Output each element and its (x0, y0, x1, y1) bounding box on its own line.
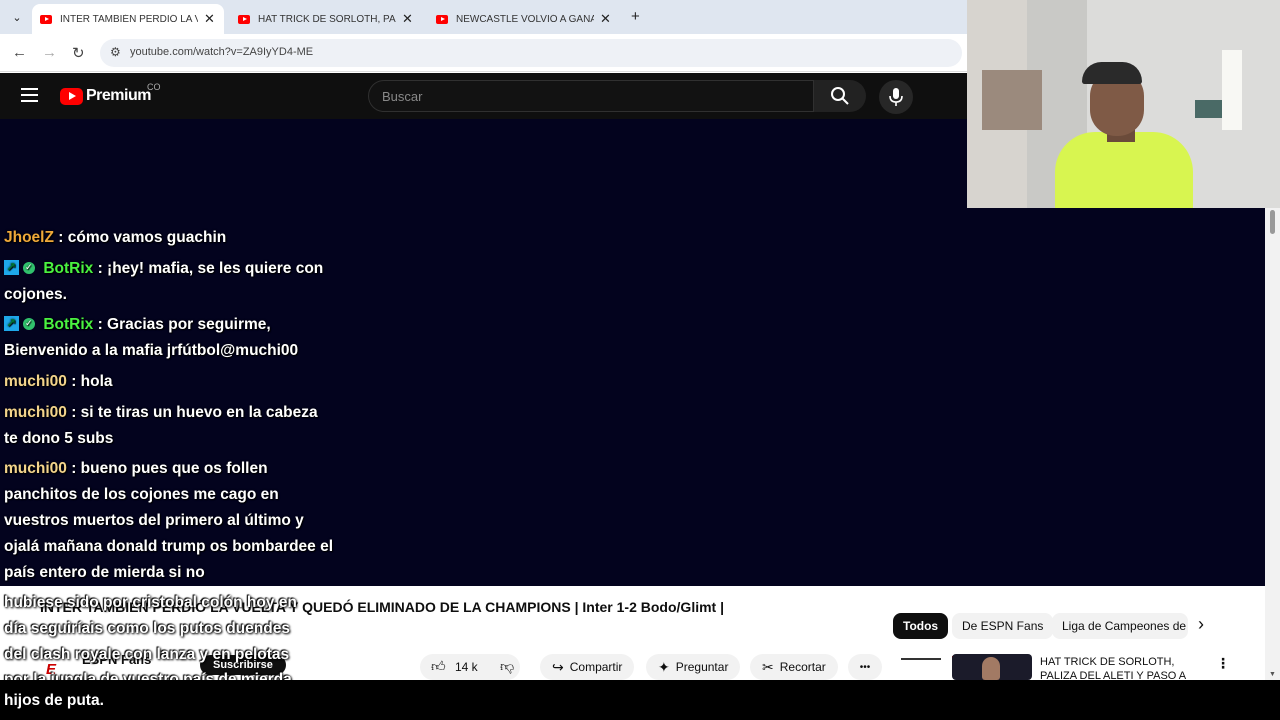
webcam-lamp (1222, 50, 1242, 130)
new-tab-button[interactable]: + (631, 8, 640, 25)
share-label: Compartir (569, 660, 623, 674)
more-vert-icon[interactable]: ⋮ (1216, 655, 1230, 672)
chip-todos[interactable]: Todos (893, 613, 949, 639)
thumbs-up-icon[interactable]: 👍︎ (431, 658, 446, 675)
omnibox[interactable]: ⚙ youtube.com/watch?v=ZA9IyYD4-ME (100, 39, 962, 67)
chat-message: BotRix : Gracias por seguirme, Bienvenid… (4, 311, 334, 364)
thumbnail-graphic (901, 658, 941, 660)
chat-username: BotRix (43, 259, 94, 277)
bottom-black-strip (0, 680, 1280, 720)
bot-badge-icon (4, 255, 19, 281)
microphone-icon (889, 88, 903, 106)
tab-newcastle[interactable]: NEWCASTLE VOLVIÓ A GANAR ✕ (428, 4, 620, 34)
close-icon[interactable]: ✕ (402, 11, 413, 27)
chat-text: : hola (71, 372, 113, 390)
tab-search-button[interactable]: ⌄ (6, 7, 28, 27)
youtube-play-icon (60, 87, 83, 105)
search-input[interactable] (369, 81, 813, 111)
like-dislike-pill: 👍︎ 14 k 👎︎ (420, 654, 520, 680)
caption-line: del clash royale con lanza y en pelotas (4, 645, 290, 663)
chat-message: muchi00 : si te tiras un huevo en la cab… (4, 400, 334, 452)
more-actions-button[interactable]: ••• (848, 654, 882, 680)
sparkle-icon: ✦ (658, 658, 670, 675)
chat-message: JhoelZ : cómo vamos guachin (4, 225, 334, 251)
verified-badge-icon (23, 311, 35, 337)
recommendation-small-thumbnail[interactable] (893, 654, 956, 680)
webcam-person-cap (1082, 62, 1142, 84)
reload-icon[interactable]: ↻ (72, 44, 85, 62)
forward-arrow-icon[interactable]: → (42, 44, 57, 61)
chat-username: BotRix (43, 316, 94, 334)
site-info-icon[interactable]: ⚙ (110, 45, 121, 59)
close-icon[interactable]: ✕ (204, 11, 215, 27)
address-bar-row: ← → ↻ ⚙ youtube.com/watch?v=ZA9IyYD4-ME (0, 34, 967, 72)
share-icon: ↪ (552, 658, 564, 675)
back-arrow-icon[interactable]: ← (12, 44, 27, 61)
chat-username: muchi00 (4, 403, 67, 421)
chat-message: BotRix : ¡hey! mafia, se les quiere con … (4, 255, 334, 308)
youtube-favicon-icon (436, 14, 448, 24)
clip-label: Recortar (779, 660, 826, 674)
logo-text: Premium (86, 87, 151, 104)
thumbnail-person (982, 657, 1000, 680)
menu-icon[interactable] (21, 88, 38, 102)
clip-button[interactable]: ✂ Recortar (750, 654, 838, 680)
stream-chat-overlay: JhoelZ : cómo vamos guachin BotRix : ¡he… (4, 225, 334, 590)
scrollbar-thumb[interactable] (1270, 210, 1275, 234)
close-icon[interactable]: ✕ (600, 11, 611, 27)
thumbs-down-icon[interactable]: 👎︎ (500, 658, 514, 675)
webcam-person-shirt (1055, 132, 1193, 208)
caption-last-line: hijos de puta. (4, 692, 104, 709)
screen: { "browser": { "tabs": [ {"title": "INTE… (0, 0, 1280, 720)
caption-line: hubiese sido por cristobal colón hoy en (4, 594, 297, 611)
tab-title: HAT TRICK DE SORLOTH, PALIZ (258, 13, 396, 25)
tab-hat-trick[interactable]: HAT TRICK DE SORLOTH, PALIZ ✕ (230, 4, 422, 34)
like-count[interactable]: 14 k (455, 660, 478, 674)
scissors-icon: ✂ (762, 658, 774, 675)
chip-de-espn-fans[interactable]: De ESPN Fans (952, 613, 1054, 639)
tab-inter[interactable]: INTER TAMBIÉN PERDIÓ LA VU ✕ (32, 4, 224, 34)
caption-line: día seguiríais como los putos duendes (4, 619, 290, 637)
chat-username: muchi00 (4, 460, 67, 478)
webcam-overlay (967, 0, 1280, 208)
chat-text: : bueno pues que os follen panchitos de … (4, 460, 334, 581)
url-text: youtube.com/watch?v=ZA9IyYD4-ME (130, 46, 314, 58)
search-button[interactable] (814, 80, 866, 112)
ask-label: Preguntar (675, 660, 729, 674)
recommendation-thumbnail[interactable] (952, 654, 1032, 680)
recommendation-title[interactable]: HAT TRICK DE SORLOTH, PALIZA DEL ALETI Y… (1040, 655, 1200, 683)
chat-message: muchi00 : bueno pues que os follen panch… (4, 456, 334, 585)
browser-tab-bar: ⌄ INTER TAMBIÉN PERDIÓ LA VU ✕ HAT TRICK… (0, 0, 967, 34)
chat-username: muchi00 (4, 372, 67, 390)
share-button[interactable]: ↪ Compartir (540, 654, 635, 680)
live-caption: hubiese sido por cristobal colón hoy en … (4, 590, 324, 693)
scroll-down-arrow-icon[interactable]: ▼ (1269, 671, 1276, 678)
ask-button[interactable]: ✦ Preguntar (646, 654, 741, 680)
page-scrollbar[interactable]: ▼ (1265, 208, 1280, 680)
chat-username: JhoelZ (4, 229, 54, 246)
voice-search-button[interactable] (879, 80, 913, 114)
webcam-picture-frame (1195, 100, 1223, 118)
youtube-logo[interactable]: Premium CO (60, 82, 161, 105)
country-code: CO (147, 82, 161, 92)
webcam-shelf (982, 70, 1042, 130)
search-box (368, 80, 814, 112)
chevron-right-icon[interactable]: › (1198, 614, 1204, 635)
chip-liga-de-campeones[interactable]: Liga de Campeones de (1052, 613, 1188, 639)
tab-title: NEWCASTLE VOLVIÓ A GANAR (456, 13, 594, 25)
youtube-header: Premium CO (0, 73, 967, 119)
chat-message: muchi00 : hola (4, 369, 334, 395)
search-icon (831, 87, 849, 105)
verified-badge-icon (23, 255, 35, 281)
chat-text: : cómo vamos guachin (58, 229, 227, 246)
youtube-favicon-icon (238, 14, 250, 24)
bot-badge-icon (4, 311, 19, 337)
tab-title: INTER TAMBIÉN PERDIÓ LA VU (60, 13, 198, 25)
youtube-favicon-icon (40, 14, 52, 24)
